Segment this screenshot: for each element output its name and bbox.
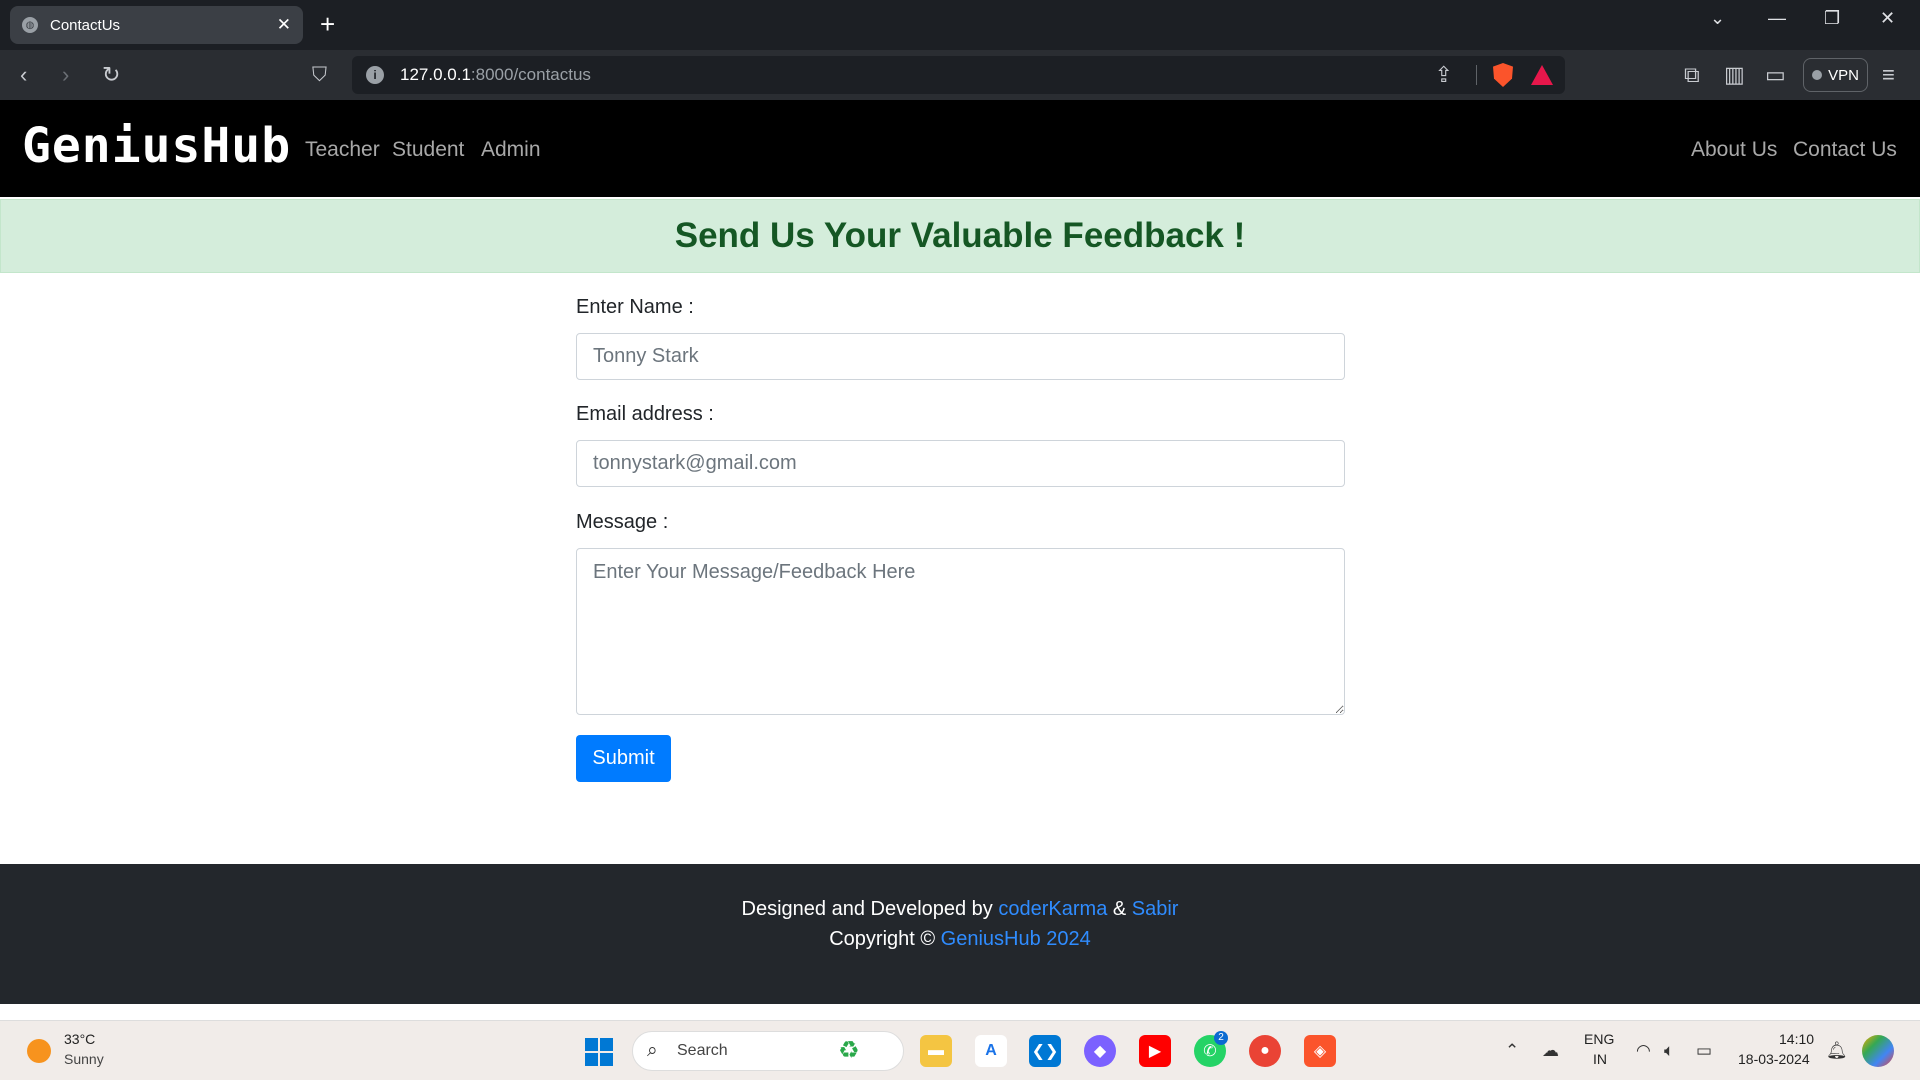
wifi-icon[interactable]: ◠: [1636, 1041, 1651, 1061]
brave-browser-icon[interactable]: ◈: [1304, 1035, 1336, 1067]
submit-button[interactable]: Submit: [576, 735, 671, 782]
url-host: 127.0.0.1: [400, 65, 471, 84]
clock-time[interactable]: 14:10: [1779, 1031, 1814, 1047]
weather-condition[interactable]: Sunny: [64, 1051, 104, 1067]
tab-title: ContactUs: [50, 16, 121, 34]
name-label: Enter Name :: [576, 296, 694, 318]
copyright-prefix: Copyright ©: [829, 928, 936, 950]
site-footer: Designed and Developed by coderKarma & S…: [0, 864, 1920, 1004]
back-icon[interactable]: ‹: [20, 62, 27, 88]
clock-date[interactable]: 18-03-2024: [1738, 1051, 1810, 1067]
vscode-icon[interactable]: ❮❯: [1029, 1035, 1061, 1067]
bookmark-icon[interactable]: ⛉: [312, 62, 327, 88]
close-window-icon[interactable]: ✕: [1880, 8, 1895, 29]
extensions-icon[interactable]: ⧉: [1684, 62, 1700, 88]
windows-start-icon[interactable]: [585, 1038, 613, 1066]
nav-teacher[interactable]: Teacher: [305, 138, 380, 162]
language-code[interactable]: ENG: [1584, 1031, 1614, 1047]
youtube-icon[interactable]: ▶: [1139, 1035, 1171, 1067]
tab-list-chevron-icon[interactable]: ⌄: [1710, 8, 1725, 29]
volume-icon[interactable]: 🔈︎: [1664, 1041, 1674, 1061]
vpn-status-icon: [1812, 70, 1823, 80]
copyright-link[interactable]: GeniusHub 2024: [941, 928, 1091, 950]
wallet-icon[interactable]: ▭: [1765, 62, 1786, 88]
chevron-up-icon[interactable]: ⌃: [1505, 1041, 1519, 1061]
nav-about-us[interactable]: About Us: [1691, 138, 1777, 162]
sun-icon[interactable]: [27, 1039, 51, 1063]
author-sabir-link[interactable]: Sabir: [1132, 898, 1179, 920]
restore-icon[interactable]: ❐: [1824, 8, 1840, 29]
brave-rewards-icon[interactable]: [1531, 65, 1553, 85]
browser-tab[interactable]: ◍ ContactUs ✕: [10, 6, 303, 44]
vpn-button[interactable]: VPN: [1803, 58, 1868, 92]
credits-amp: &: [1112, 898, 1127, 920]
vpn-label: VPN: [1828, 66, 1859, 84]
browser-toolbar: ‹ › ↻ ⛉ i 127.0.0.1:8000/contactus ⇪ ⧉ ▥…: [0, 50, 1920, 100]
credits-prefix: Designed and Developed by: [741, 898, 993, 920]
email-input[interactable]: [576, 440, 1345, 487]
brand-logo[interactable]: GeniusHub: [22, 118, 291, 174]
chrome-icon[interactable]: ●: [1249, 1035, 1281, 1067]
feedback-banner: Send Us Your Valuable Feedback !: [0, 199, 1920, 273]
footer-copyright: Copyright © GeniusHub 2024: [0, 928, 1920, 951]
author-coderkarma-link[interactable]: coderKarma: [998, 898, 1107, 920]
language-region[interactable]: IN: [1593, 1051, 1607, 1067]
footer-credits: Designed and Developed by coderKarma & S…: [0, 898, 1920, 921]
onedrive-icon[interactable]: ☁: [1542, 1041, 1559, 1061]
store-icon[interactable]: A: [975, 1035, 1007, 1067]
brave-shields-icon[interactable]: [1493, 63, 1513, 87]
recycle-icon: ♻: [838, 1037, 860, 1064]
site-info-icon[interactable]: i: [366, 66, 384, 84]
battery-icon[interactable]: ▭: [1696, 1041, 1712, 1061]
copilot-pre-icon[interactable]: [1862, 1035, 1894, 1067]
message-label: Message :: [576, 511, 669, 533]
browser-tab-bar: ◍ ContactUs ✕ + ⌄ — ❐ ✕: [0, 0, 1920, 50]
omnibox-divider: [1476, 65, 1477, 85]
nav-contact-us[interactable]: Contact Us: [1793, 138, 1897, 162]
file-explorer-icon[interactable]: ▬: [920, 1035, 952, 1067]
taskbar-search[interactable]: ⌕ Search ♻: [632, 1031, 904, 1071]
page-title: Send Us Your Valuable Feedback !: [674, 216, 1246, 255]
address-bar[interactable]: i 127.0.0.1:8000/contactus ⇪: [352, 56, 1565, 94]
whatsapp-badge: 2: [1214, 1031, 1228, 1045]
weather-temp[interactable]: 33°C: [64, 1031, 95, 1047]
share-icon[interactable]: ⇪: [1435, 62, 1453, 88]
globe-icon: ◍: [22, 17, 38, 33]
menu-icon[interactable]: ≡: [1882, 62, 1895, 88]
search-label: Search: [677, 1042, 728, 1059]
notification-bell-icon[interactable]: 🔔︎: [1826, 1041, 1848, 1061]
sidebar-icon[interactable]: ▥: [1724, 62, 1745, 88]
nav-student[interactable]: Student: [392, 138, 464, 162]
nav-admin[interactable]: Admin: [481, 138, 541, 162]
reload-icon[interactable]: ↻: [102, 62, 120, 88]
url-path: :8000/contactus: [470, 65, 591, 84]
minimize-icon[interactable]: —: [1768, 8, 1786, 29]
name-input[interactable]: [576, 333, 1345, 380]
email-label: Email address :: [576, 403, 714, 425]
site-navbar: GeniusHub Teacher Student Admin About Us…: [0, 100, 1920, 197]
copilot-icon[interactable]: ◆: [1084, 1035, 1116, 1067]
windows-taskbar: 33°C Sunny ⌕ Search ♻ ▬ A ❮❯ ◆ ▶ ✆ 2 ● ◈…: [0, 1020, 1920, 1080]
message-textarea[interactable]: [576, 548, 1345, 715]
tab-close-icon[interactable]: ✕: [277, 15, 291, 35]
search-icon: ⌕: [647, 1040, 658, 1061]
forward-icon[interactable]: ›: [62, 62, 69, 88]
url-text[interactable]: 127.0.0.1:8000/contactus: [400, 65, 591, 85]
new-tab-button[interactable]: +: [320, 11, 335, 37]
